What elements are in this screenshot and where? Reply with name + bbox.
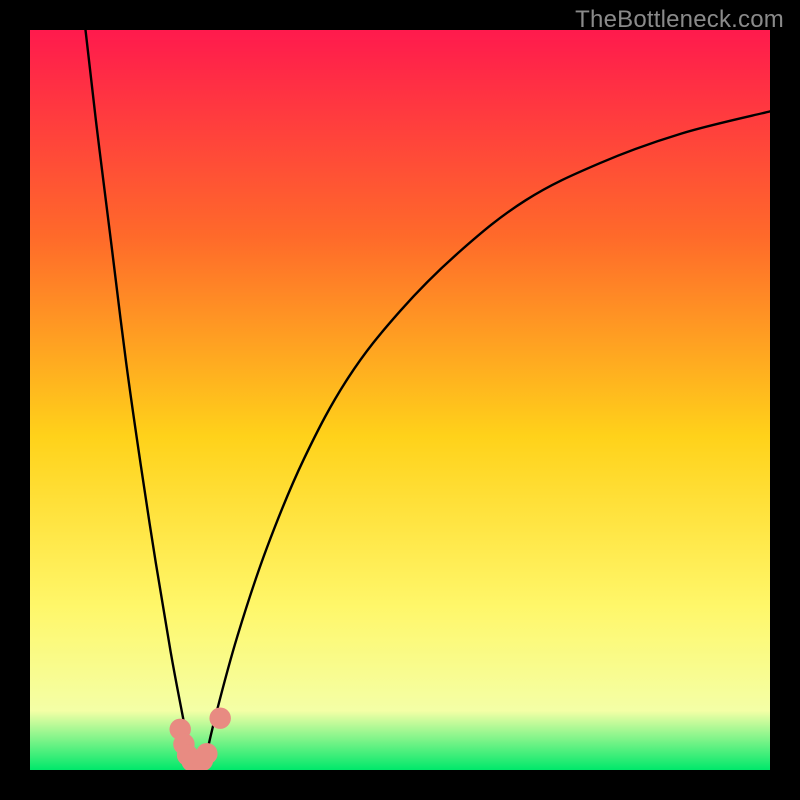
plot-area: [30, 30, 770, 770]
highlight-marker: [209, 707, 230, 728]
watermark-text: TheBottleneck.com: [575, 6, 784, 34]
highlight-markers: [169, 707, 230, 770]
chart-frame: TheBottleneck.com: [0, 0, 800, 800]
left-branch-curve: [86, 30, 195, 766]
curve-layer: [30, 30, 770, 770]
right-branch-curve: [204, 111, 770, 766]
highlight-marker: [196, 743, 217, 764]
